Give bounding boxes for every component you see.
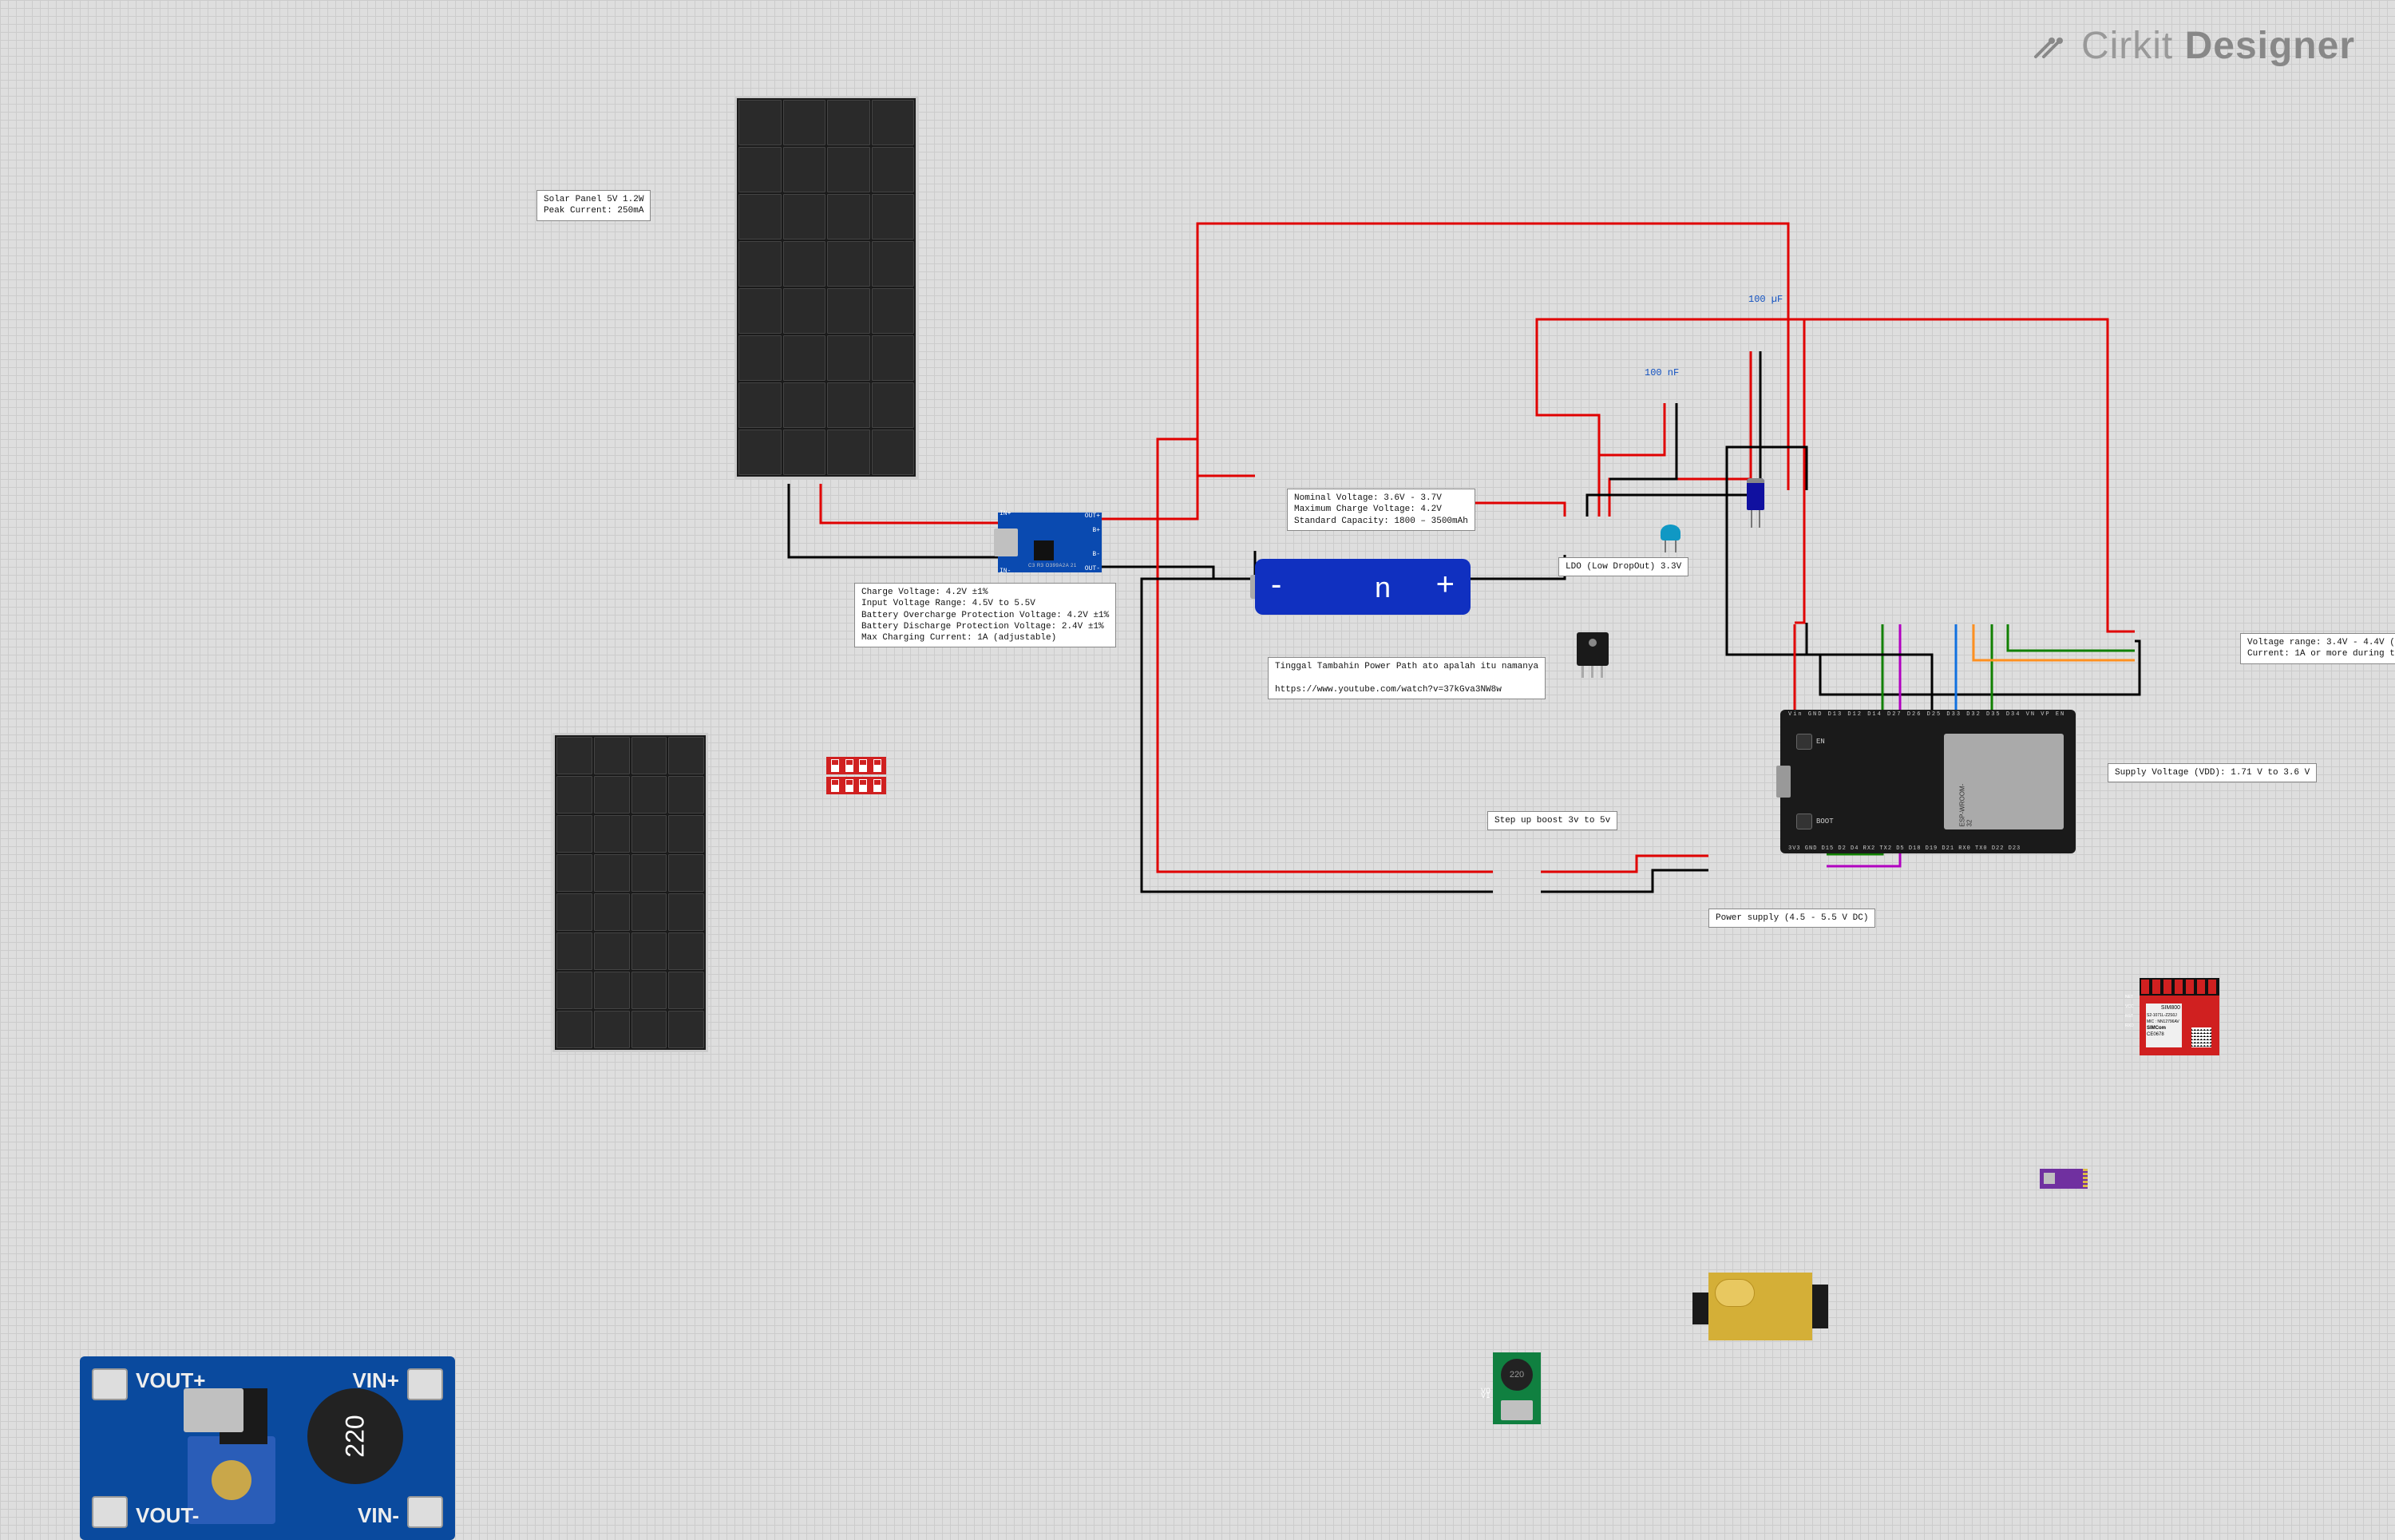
b-plus-pad: B+ <box>1092 527 1100 534</box>
esp32-wroom-shield-icon: ESP-WROOM-32 <box>1944 734 2064 829</box>
mt3608-pad-vout-p <box>92 1368 128 1400</box>
sensor-chip-icon <box>2044 1173 2055 1184</box>
watermark-post: Designer <box>2185 25 2355 67</box>
micro-usb-port-icon <box>994 529 1018 556</box>
sensor-label: Supply Voltage (VDD): 1.71 V to 3.6 V <box>2108 763 2317 782</box>
co2-sensor[interactable] <box>1708 1273 1812 1340</box>
esp32-boot-label: BOOT <box>1816 818 1834 825</box>
stepup-label: Step up boost 3v to 5v <box>1487 811 1617 830</box>
sim-rxd-pin: RXD <box>2125 1024 2134 1029</box>
stepup-vo-label: VO <box>1481 1388 1490 1396</box>
dip-switch-group[interactable] <box>826 757 886 794</box>
esp32-bottom-pins: 3V3 GND D15 D2 D4 RX2 TX2 D5 D18 D19 D21… <box>1788 845 2068 852</box>
battery-plus: + <box>1436 567 1455 603</box>
co2-tube-icon <box>1715 1279 1755 1307</box>
dip-switch-row-2[interactable] <box>826 777 886 794</box>
sim-chip-l3: MIC : NN12796AV <box>2146 1019 2182 1025</box>
mt3608-inductor-icon <box>307 1388 403 1484</box>
esp32-usb-port-icon <box>1776 766 1791 798</box>
out-plus-pad: OUT+ <box>1085 513 1100 520</box>
sensor-pins-icon <box>2083 1169 2088 1189</box>
solar-panel-top[interactable] <box>734 96 918 479</box>
esp32-shield-label: ESP-WROOM-32 <box>1959 783 1973 827</box>
stepup-coil-icon <box>1501 1359 1533 1391</box>
mt3608-pad-vin-m <box>407 1496 443 1528</box>
sim800l-label: Voltage range: 3.4V - 4.4V (optimal at 4… <box>2240 633 2395 664</box>
co2-label: Power supply (4.5 - 5.5 V DC) <box>1708 909 1875 928</box>
stepup-usb-icon <box>1501 1400 1533 1420</box>
b-minus-pad: B- <box>1092 551 1100 558</box>
sim800l-header-icon <box>2140 978 2219 996</box>
qr-code-icon <box>2191 1027 2211 1047</box>
sim-chip-l1: SIM800 <box>2146 1004 2182 1012</box>
vout-minus-label: VOUT- <box>136 1503 199 1528</box>
tp4056-charger[interactable]: IN+ IN- OUT+ B+ B- OUT- C3 R3 O399A2A 21 <box>998 513 1102 572</box>
capacitor-100uf[interactable] <box>1747 478 1764 526</box>
logo-icon <box>2032 26 2064 70</box>
sim-vcc-pin: VCC <box>2125 1005 2134 1010</box>
vout-plus-label: VOUT+ <box>136 1368 205 1393</box>
ldo-regulator[interactable] <box>1577 632 1609 666</box>
battery-mid: n <box>1375 571 1391 604</box>
ldo-label: LDO (Low DropOut) 3.3V <box>1558 557 1688 576</box>
stepup-mini[interactable]: VI VO <box>1493 1352 1541 1424</box>
mt3608-potentiometer-icon <box>188 1436 275 1524</box>
dip-switch-row-1[interactable] <box>826 757 886 774</box>
mt3608-pad-vin-p <box>407 1368 443 1400</box>
solar-panel-spare[interactable] <box>552 733 708 1052</box>
esp32-top-pins: Vin GND D13 D12 D14 D27 D26 D25 D33 D32 … <box>1788 711 2068 718</box>
note-box: Tinggal Tambahin Power Path ato apalah i… <box>1268 657 1546 699</box>
capacitor-100nf[interactable] <box>1661 525 1680 550</box>
sim-chip-ce: CE0678 <box>2146 1031 2182 1038</box>
sim-chip-l4: SIMCom <box>2146 1025 2182 1031</box>
sim-chip-l2: S2-1071L-Z2S0J <box>2146 1012 2182 1019</box>
environmental-sensor[interactable] <box>2040 1169 2088 1189</box>
mt3608-boost[interactable]: VOUT+ VOUT- VIN+ VIN- <box>80 1356 455 1540</box>
sim-net-pin: NET <box>2125 996 2133 1000</box>
battery-18650[interactable]: - n + <box>1255 559 1471 615</box>
cap-uf-label: 100 µF <box>1748 294 1783 305</box>
battery-minus: - <box>1271 567 1281 603</box>
esp32-en-button[interactable] <box>1796 734 1812 750</box>
co2-header-left-icon <box>1692 1293 1708 1324</box>
app-watermark: Cirkit Designer <box>2032 24 2355 70</box>
vin-plus-label: VIN+ <box>352 1368 399 1393</box>
esp32-en-label: EN <box>1816 738 1825 746</box>
charger-label: Charge Voltage: 4.2V ±1% Input Voltage R… <box>854 583 1116 647</box>
watermark-pre: Cirkit <box>2081 25 2173 67</box>
wire-layer <box>0 0 2395 1099</box>
mt3608-pad-vout-m <box>92 1496 128 1528</box>
battery-label-box: Nominal Voltage: 3.6V - 3.7V Maximum Cha… <box>1287 489 1475 531</box>
solar-label: Solar Panel 5V 1.2W Peak Current: 250mA <box>536 190 651 221</box>
esp32-boot-button[interactable] <box>1796 814 1812 829</box>
vin-minus-label: VIN- <box>358 1503 399 1528</box>
in-minus-pad: IN- <box>1000 568 1011 575</box>
tp4056-silk-text: C3 R3 O399A2A 21 <box>1028 564 1077 568</box>
esp32-devkit[interactable]: ESP-WROOM-32 EN BOOT Vin GND D13 D12 D14… <box>1780 710 2076 853</box>
out-minus-pad: OUT- <box>1085 565 1100 572</box>
co2-header-right-icon <box>1812 1285 1828 1328</box>
in-plus-pad: IN+ <box>1000 510 1011 517</box>
charger-ic-icon <box>1034 540 1054 560</box>
mt3608-usb-icon <box>184 1388 243 1432</box>
sim800l-module[interactable]: SIM800 S2-1071L-Z2S0J MIC : NN12796AV SI… <box>2140 996 2219 1055</box>
cap-nf-label: 100 nF <box>1645 367 1679 378</box>
sim-rst-pin: RST <box>2125 1015 2133 1019</box>
sim800l-chip-icon: SIM800 S2-1071L-Z2S0J MIC : NN12796AV SI… <box>2146 1004 2182 1047</box>
